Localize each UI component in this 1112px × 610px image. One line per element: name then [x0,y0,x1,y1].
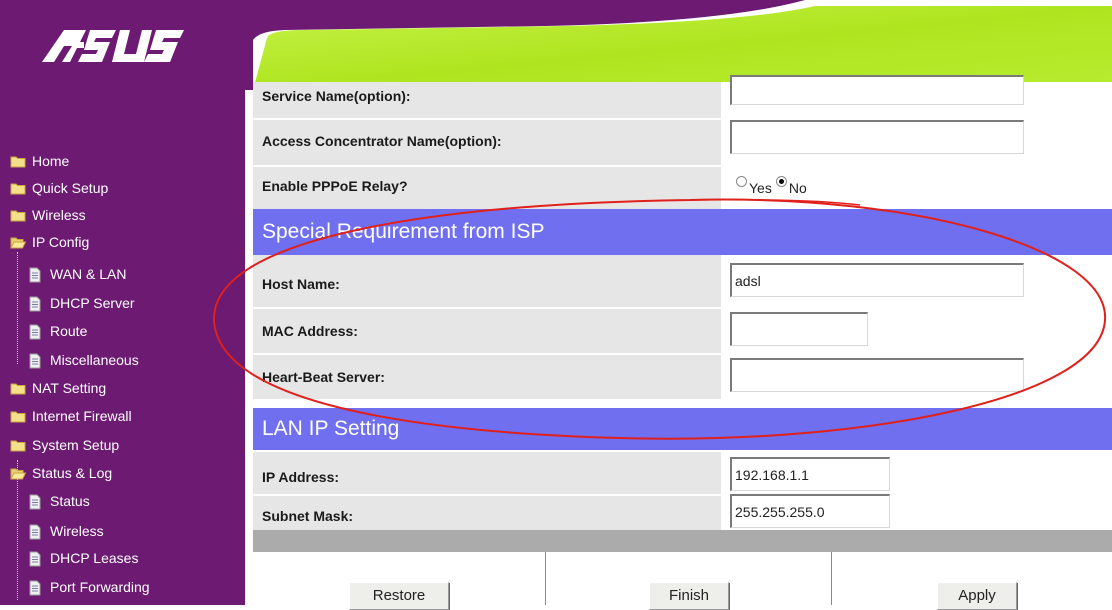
service-name-input[interactable] [730,75,1024,105]
sidebar-item-label: Wireless [50,523,104,539]
finish-button[interactable]: Finish [649,582,729,610]
heartbeat-server-label: Heart-Beat Server: [262,369,385,385]
sidebar-item-label: IP Config [32,234,90,250]
pppoe-relay-yes-radio[interactable] [736,175,747,187]
folder-closed-icon [10,438,26,452]
folder-open-icon [10,466,27,480]
sidebar-item-label: System Setup [32,437,120,453]
sidebar-item-system-setup[interactable]: System Setup [10,434,119,456]
page-icon [28,551,44,567]
sidebar-item-label: Status [50,493,90,509]
sidebar-item-dhcp-leases[interactable]: DHCP Leases [28,547,138,569]
subnet-mask-label: Subnet Mask: [262,508,354,524]
apply-button[interactable]: Apply [937,582,1017,610]
sidebar-item-quick-setup[interactable]: Quick Setup [10,177,108,199]
pppoe-relay-no-label: No [788,180,807,196]
sidebar-item-label: WAN & LAN [50,266,127,282]
pppoe-relay-label: Enable PPPoE Relay? [262,178,408,194]
sidebar-item-ip-config[interactable]: IP Config [10,231,89,253]
sidebar-item-label: Miscellaneous [50,352,139,368]
folder-closed-icon [10,381,26,395]
main-form: Service Name(option): Access Concentrato… [253,75,1112,610]
folder-closed-icon [10,409,26,423]
service-name-label: Service Name(option): [262,88,411,104]
sidebar-item-label: NAT Setting [32,380,107,396]
sidebar-item-wireless[interactable]: Wireless [10,204,86,226]
sidebar-item-port-forwarding[interactable]: Port Forwarding [28,576,150,598]
form-row-host-name: Host Name: [253,255,1112,309]
sidebar-item-status-log[interactable]: Status & Log [10,462,112,484]
sidebar-item-label: Port Forwarding [50,579,150,595]
folder-closed-icon [10,181,26,195]
divider [831,552,832,605]
sidebar-item-label: Wireless [32,207,86,223]
divider [545,552,546,605]
tree-connector [17,252,18,364]
page-icon [28,494,44,510]
page-icon [28,353,44,369]
form-row-access-concentrator: Access Concentrator Name(option): [253,120,1112,167]
host-name-input[interactable] [730,263,1024,297]
pppoe-relay-yes-label: Yes [749,180,772,196]
sidebar-item-internet-firewall[interactable]: Internet Firewall [10,405,132,427]
folder-open-icon [10,235,27,249]
restore-button[interactable]: Restore [349,582,449,610]
sidebar-item-label: Route [50,323,88,339]
form-row-ip-address: IP Address: [253,452,1112,496]
lan-ip-section-header: LAN IP Setting [253,408,1112,450]
heartbeat-server-input[interactable] [730,358,1024,392]
folder-closed-icon [10,154,26,168]
pppoe-relay-radio-group: Yes No [736,175,807,196]
page-icon [28,324,44,340]
form-row-subnet-mask: Subnet Mask: [253,494,1112,532]
access-concentrator-input[interactable] [730,120,1024,154]
subnet-mask-input[interactable] [730,494,890,528]
page-icon [28,296,44,312]
sidebar-item-label: DHCP Server [50,295,135,311]
sidebar-item-status[interactable]: Status [28,490,90,512]
mac-address-label: MAC Address: [262,323,358,339]
special-requirement-section-header: Special Requirement from ISP [253,209,1112,255]
form-row-heartbeat-server: Heart-Beat Server: [253,355,1112,401]
access-concentrator-label: Access Concentrator Name(option): [262,133,502,149]
page-icon [28,580,44,596]
sidebar-item-label: Home [32,153,70,169]
sidebar-item-nat-setting[interactable]: NAT Setting [10,377,106,399]
sidebar-item-label: Status & Log [32,465,113,481]
page-icon [28,524,44,540]
form-row-pppoe-relay: Enable PPPoE Relay? Yes No [253,167,1112,211]
footer-bar [253,530,1112,552]
sidebar-item-dhcp-server[interactable]: DHCP Server [28,292,135,314]
ip-address-input[interactable] [730,457,890,491]
folder-closed-icon [10,208,26,222]
page-icon [28,267,44,283]
asus-logo [36,16,186,72]
sidebar-item-label: Internet Firewall [32,408,132,424]
host-name-label: Host Name: [262,276,340,292]
sidebar-item-label: Quick Setup [32,180,109,196]
sidebar-item-label: DHCP Leases [50,550,139,566]
sidebar-item-home[interactable]: Home [10,150,69,172]
sidebar-item-miscellaneous[interactable]: Miscellaneous [28,349,139,371]
mac-address-input[interactable] [730,312,868,346]
form-row-mac-address: MAC Address: [253,309,1112,355]
form-row-service-name: Service Name(option): [253,75,1112,120]
sidebar-item-wireless-status[interactable]: Wireless [28,520,104,542]
sidebar-item-route[interactable]: Route [28,320,87,342]
pppoe-relay-no-radio[interactable] [775,175,787,187]
sidebar-item-wan-lan[interactable]: WAN & LAN [28,263,127,285]
sidebar-nav: Home Quick Setup Wireless IP Config WAN … [0,0,245,605]
ip-address-label: IP Address: [262,469,340,485]
